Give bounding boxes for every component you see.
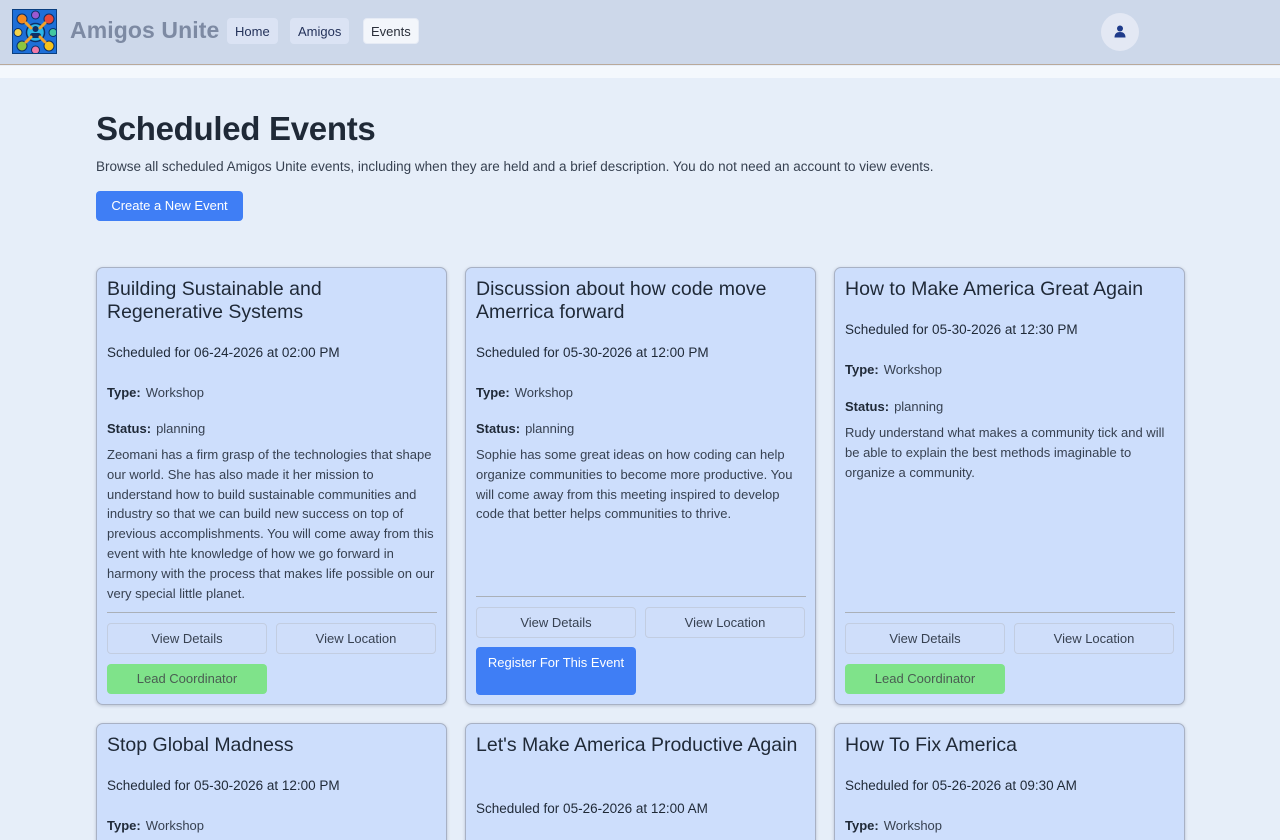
card-divider xyxy=(845,612,1175,613)
lead-coordinator-button[interactable]: Lead Coordinator xyxy=(845,664,1005,694)
header-subbar xyxy=(0,66,1280,78)
event-card: Discussion about how code move Amerrica … xyxy=(465,267,816,705)
event-status: Status: planning xyxy=(845,399,943,414)
lead-coordinator-button[interactable]: Lead Coordinator xyxy=(107,664,267,694)
view-location-button[interactable]: View Location xyxy=(645,607,805,638)
status-value: planning xyxy=(894,399,944,414)
page-title: Scheduled Events xyxy=(96,110,376,147)
event-description: Zeomani has a firm grasp of the technolo… xyxy=(107,447,435,601)
event-status: Status: planning xyxy=(476,421,574,436)
amigos-unite-logo[interactable] xyxy=(12,9,57,54)
event-schedule: Scheduled for 05-26-2026 at 09:30 AM xyxy=(845,778,1077,793)
user-icon xyxy=(1114,25,1126,38)
nav-events[interactable]: Events xyxy=(363,18,419,44)
event-type: Type: Workshop xyxy=(845,362,942,377)
nav-amigos[interactable]: Amigos xyxy=(290,18,350,44)
event-status: Status: planning xyxy=(107,421,205,436)
user-menu-button[interactable] xyxy=(1101,13,1139,51)
event-schedule: Scheduled for 05-26-2026 at 12:00 AM xyxy=(476,801,708,816)
type-value: Workshop xyxy=(145,818,205,833)
event-title: How To Fix America xyxy=(845,734,1017,756)
status-label: Status: xyxy=(476,421,521,436)
type-value: Workshop xyxy=(514,385,574,400)
create-event-button[interactable]: Create a New Event xyxy=(96,191,243,221)
view-location-button[interactable]: View Location xyxy=(276,623,436,654)
event-type: Type: Workshop xyxy=(107,385,204,400)
status-label: Status: xyxy=(845,399,890,414)
event-card: How to Make America Great Again Schedule… xyxy=(834,267,1185,705)
event-card: Stop Global Madness Scheduled for 05-30-… xyxy=(96,723,447,840)
event-schedule: Scheduled for 05-30-2026 at 12:00 PM xyxy=(107,778,340,793)
type-label: Type: xyxy=(845,818,879,833)
event-type: Type: Workshop xyxy=(845,818,942,833)
event-schedule: Scheduled for 05-30-2026 at 12:30 PM xyxy=(845,322,1078,337)
type-label: Type: xyxy=(476,385,510,400)
type-label: Type: xyxy=(107,818,141,833)
type-label: Type: xyxy=(107,385,141,400)
event-title: Let's Make America Productive Again xyxy=(476,734,798,756)
event-card: How To Fix America Scheduled for 05-26-2… xyxy=(834,723,1185,840)
type-value: Workshop xyxy=(145,385,205,400)
event-title: How to Make America Great Again xyxy=(845,278,1144,300)
status-value: planning xyxy=(156,421,206,436)
register-event-button[interactable]: Register For This Event xyxy=(476,647,636,695)
card-divider xyxy=(476,596,806,597)
type-value: Workshop xyxy=(883,818,943,833)
view-location-button[interactable]: View Location xyxy=(1014,623,1174,654)
view-details-button[interactable]: View Details xyxy=(476,607,636,638)
event-title: Stop Global Madness xyxy=(107,734,294,756)
event-description: Rudy understand what makes a community t… xyxy=(845,425,1165,480)
status-value: planning xyxy=(525,421,575,436)
nav-home[interactable]: Home xyxy=(227,18,278,44)
event-title: Discussion about how code move Amerrica … xyxy=(476,278,767,323)
event-type: Type: Workshop xyxy=(107,818,204,833)
event-type: Type: Workshop xyxy=(476,385,573,400)
event-schedule: Scheduled for 06-24-2026 at 02:00 PM xyxy=(107,345,340,360)
page-description: Browse all scheduled Amigos Unite events… xyxy=(96,159,934,174)
card-divider xyxy=(107,612,437,613)
event-schedule: Scheduled for 05-30-2026 at 12:00 PM xyxy=(476,345,709,360)
event-description: Sophie has some great ideas on how codin… xyxy=(476,447,793,522)
type-label: Type: xyxy=(845,362,879,377)
view-details-button[interactable]: View Details xyxy=(845,623,1005,654)
view-details-button[interactable]: View Details xyxy=(107,623,267,654)
event-title: Building Sustainable and Regenerative Sy… xyxy=(107,278,322,323)
status-label: Status: xyxy=(107,421,152,436)
event-card: Building Sustainable and Regenerative Sy… xyxy=(96,267,447,705)
type-value: Workshop xyxy=(883,362,943,377)
event-card: Let's Make America Productive Again Sche… xyxy=(465,723,816,840)
top-navigation-bar: Amigos Unite Home Amigos Events xyxy=(0,0,1280,65)
brand-name[interactable]: Amigos Unite xyxy=(70,17,219,44)
